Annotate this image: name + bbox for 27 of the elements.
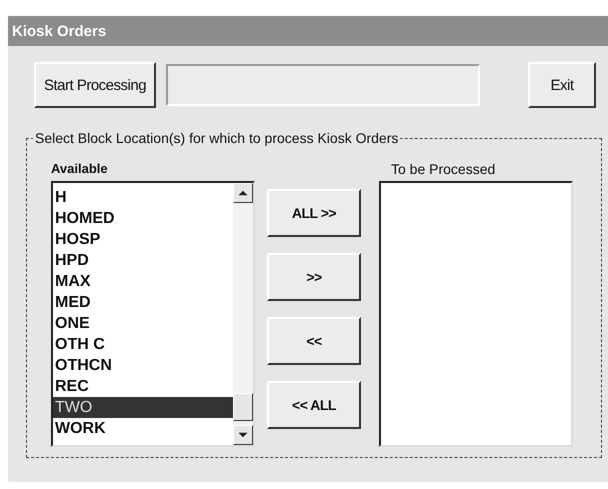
list-item[interactable]: HOMED [53, 208, 233, 229]
list-item[interactable]: MED [53, 292, 233, 313]
list-label: Available [51, 160, 109, 178]
list-item[interactable]: H [53, 187, 233, 208]
list-item[interactable]: HPD [53, 250, 233, 271]
group-title: Select Block Location(s) for which to process Kiosk Orders [33, 130, 400, 146]
list-item[interactable]: HOSP [53, 229, 233, 250]
scroll-thumb[interactable] [233, 393, 253, 421]
list-label: To be Processed [390, 160, 496, 179]
list-item[interactable]: TWO [53, 397, 233, 418]
move-button[interactable]: ALL >> [267, 189, 361, 237]
list-item[interactable]: WORK [53, 418, 233, 439]
exit-button[interactable]: Exit [528, 62, 596, 108]
move-button[interactable]: << [267, 317, 361, 365]
list-item[interactable]: OTHCN [53, 355, 233, 376]
scrollbar[interactable] [233, 183, 253, 445]
move-button[interactable]: >> [267, 253, 361, 301]
available-list[interactable]: H HOMED HOSP HPD MAX MED ONE OTH C OTHCN REC TWO WORK [51, 181, 255, 447]
move-button[interactable]: << ALL [267, 381, 361, 429]
start-processing-button[interactable]: Start Processing [34, 62, 156, 108]
window-title: Kiosk Orders [12, 22, 106, 40]
list-item[interactable]: MAX [53, 271, 233, 292]
list-item[interactable]: REC [53, 376, 233, 397]
scroll-down-icon[interactable] [233, 425, 253, 445]
scroll-up-icon[interactable] [233, 183, 253, 203]
list-item[interactable]: OTH C [53, 334, 233, 355]
list-item[interactable]: ONE [53, 313, 233, 334]
